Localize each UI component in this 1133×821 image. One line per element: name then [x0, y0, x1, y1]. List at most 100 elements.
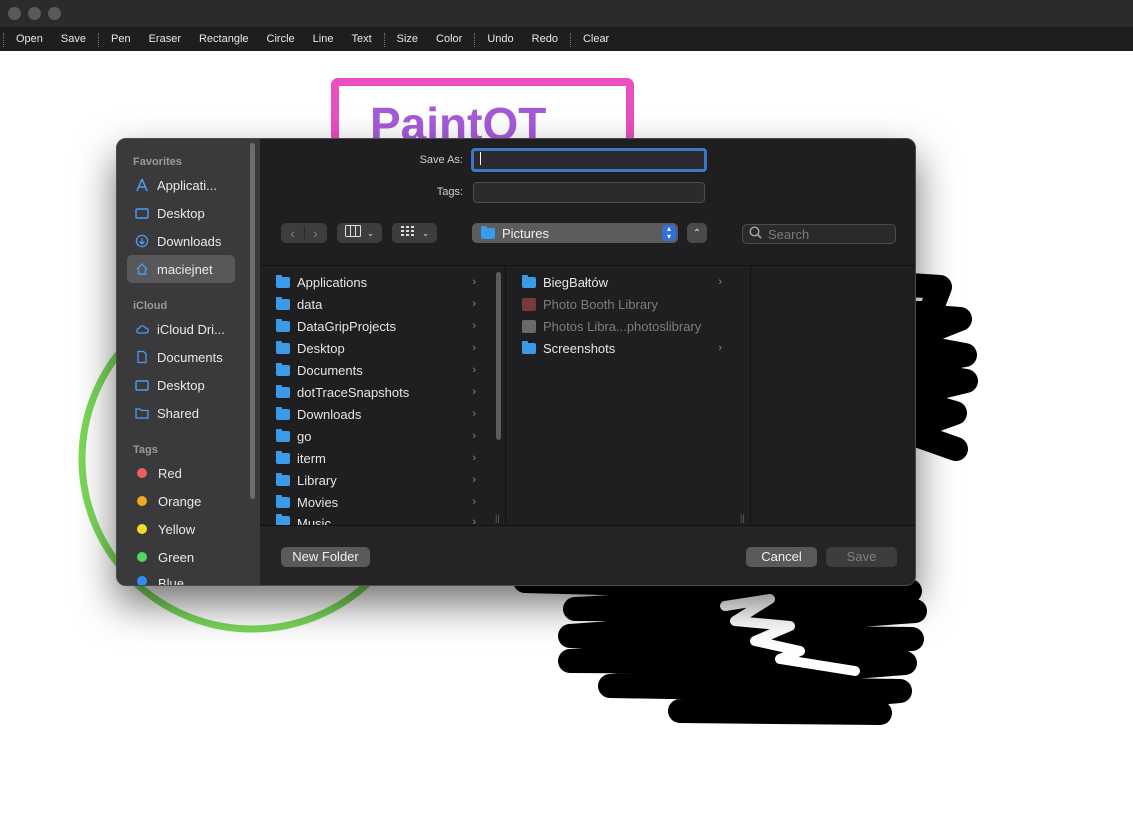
toolbar-handle [3, 32, 4, 47]
sidebar-item-label: Green [158, 549, 195, 565]
search-field[interactable]: Search [742, 224, 896, 244]
sidebar-item-icloud-desktop[interactable]: Desktop [127, 371, 235, 399]
clear-button[interactable]: Clear [574, 28, 618, 51]
sidebar-item-label: Desktop [157, 377, 205, 393]
list-item[interactable]: DataGripProjects › [276, 315, 476, 337]
chevron-up-icon: ⌃ [692, 227, 702, 239]
sidebar-item-label: Yellow [158, 521, 196, 537]
sidebar-tag-red[interactable]: Red [127, 459, 235, 487]
sidebar-scrollbar[interactable] [250, 143, 255, 499]
desktop-icon [135, 206, 149, 220]
zoom-window-button[interactable] [48, 7, 61, 20]
list-item[interactable]: Screenshots › [522, 337, 722, 359]
desktop-icon [135, 378, 149, 392]
color-button[interactable]: Color [427, 28, 471, 51]
list-item-label: Documents [297, 362, 363, 378]
cancel-button[interactable]: Cancel [746, 547, 817, 567]
toolbar-separator [569, 32, 571, 47]
sidebar-item-shared[interactable]: Shared [127, 399, 235, 427]
list-item-label: Library [297, 472, 337, 488]
dialog-button-bar: New Folder Cancel Save [260, 525, 915, 585]
list-item[interactable]: Desktop › [276, 337, 476, 359]
undo-button[interactable]: Undo [478, 28, 522, 51]
list-item-label: Desktop [297, 340, 345, 356]
folder-icon [276, 318, 290, 332]
sidebar-item-downloads[interactable]: Downloads [127, 227, 235, 255]
sidebar-item-home[interactable]: maciejnet [127, 255, 235, 283]
list-item[interactable]: Downloads › [276, 403, 476, 425]
chevron-right-icon: › [472, 452, 476, 464]
forward-button[interactable]: › [305, 223, 327, 243]
toolbar-separator [474, 32, 476, 47]
column-resize-handle[interactable]: || [495, 513, 500, 523]
list-item[interactable]: data › [276, 293, 476, 315]
icloud-header: iCloud [133, 300, 168, 312]
list-item[interactable]: Library › [276, 469, 476, 491]
folder-icon [276, 340, 290, 354]
view-mode-button[interactable]: ⌄ [337, 223, 382, 243]
sidebar-item-applications[interactable]: Applicati... [127, 171, 235, 199]
minimize-window-button[interactable] [28, 7, 41, 20]
save-as-input[interactable] [471, 148, 707, 172]
group-button[interactable]: ⌄ [392, 223, 437, 243]
size-button[interactable]: Size [388, 28, 427, 51]
tags-label: Tags: [436, 186, 463, 198]
chevron-right-icon: › [472, 474, 476, 486]
columns-view-icon [344, 224, 361, 242]
list-item[interactable]: Documents › [276, 359, 476, 381]
back-button[interactable]: ‹ [282, 223, 304, 243]
eraser-button[interactable]: Eraser [140, 28, 190, 51]
sidebar-item-desktop[interactable]: Desktop [127, 199, 235, 227]
sidebar-tag-blue[interactable]: Blue [127, 571, 235, 585]
red-tag-icon [137, 468, 147, 478]
sidebar-item-label: Documents [157, 349, 223, 365]
list-item[interactable]: go › [276, 425, 476, 447]
tags-field[interactable] [473, 182, 705, 203]
open-button[interactable]: Open [7, 28, 52, 51]
folder-icon [276, 428, 290, 442]
chevron-right-icon: › [472, 276, 476, 288]
chevron-right-icon: › [472, 430, 476, 442]
sidebar-item-icloud-drive[interactable]: iCloud Dri... [127, 315, 235, 343]
new-folder-button[interactable]: New Folder [281, 547, 370, 567]
redo-button[interactable]: Redo [523, 28, 567, 51]
column-scrollbar[interactable] [496, 272, 501, 440]
sidebar-item-label: maciejnet [157, 261, 213, 277]
sidebar-item-documents[interactable]: Documents [127, 343, 235, 371]
save-dialog: Favorites Applicati... Desktop Downloads… [116, 138, 916, 586]
text-button[interactable]: Text [342, 28, 380, 51]
list-item-label: DataGripProjects [297, 318, 396, 334]
rectangle-button[interactable]: Rectangle [190, 28, 258, 51]
list-item-label: Applications [297, 274, 368, 290]
folder-icon [276, 494, 290, 508]
list-item[interactable]: iterm › [276, 447, 476, 469]
sidebar-tag-green[interactable]: Green [127, 543, 235, 571]
circle-button[interactable]: Circle [258, 28, 304, 51]
pen-button[interactable]: Pen [102, 28, 140, 51]
applications-icon [135, 178, 149, 192]
list-item[interactable]: dotTraceSnapshots › [276, 381, 476, 403]
list-item-label: Screenshots [543, 340, 616, 356]
toolbar-separator [98, 32, 99, 47]
expand-collapse-button[interactable]: ⌃ [687, 223, 707, 243]
home-icon [135, 262, 149, 276]
list-item-label: Movies [297, 494, 339, 510]
text-caret [480, 152, 481, 166]
list-item-label: Photos Libra...photoslibrary [543, 318, 702, 334]
sidebar-tag-yellow[interactable]: Yellow [127, 515, 235, 543]
location-popup[interactable]: Pictures ▴ ▾ [472, 223, 678, 243]
folder-icon [481, 225, 495, 239]
save-button[interactable]: Save [52, 28, 95, 51]
save-dialog-button[interactable]: Save [826, 547, 897, 567]
sidebar-item-label: Applicati... [157, 177, 217, 193]
sidebar-item-label: Shared [157, 405, 199, 421]
sidebar-tag-orange[interactable]: Orange [127, 487, 235, 515]
column-divider [505, 266, 506, 526]
column-resize-handle[interactable]: || [740, 513, 745, 523]
list-item[interactable]: BiegBałtów › [522, 271, 722, 293]
line-button[interactable]: Line [304, 28, 343, 51]
list-item[interactable]: Applications › [276, 271, 476, 293]
sidebar-item-label: iCloud Dri... [157, 321, 225, 337]
list-item[interactable]: Movies › [276, 491, 476, 513]
close-window-button[interactable] [8, 7, 21, 20]
